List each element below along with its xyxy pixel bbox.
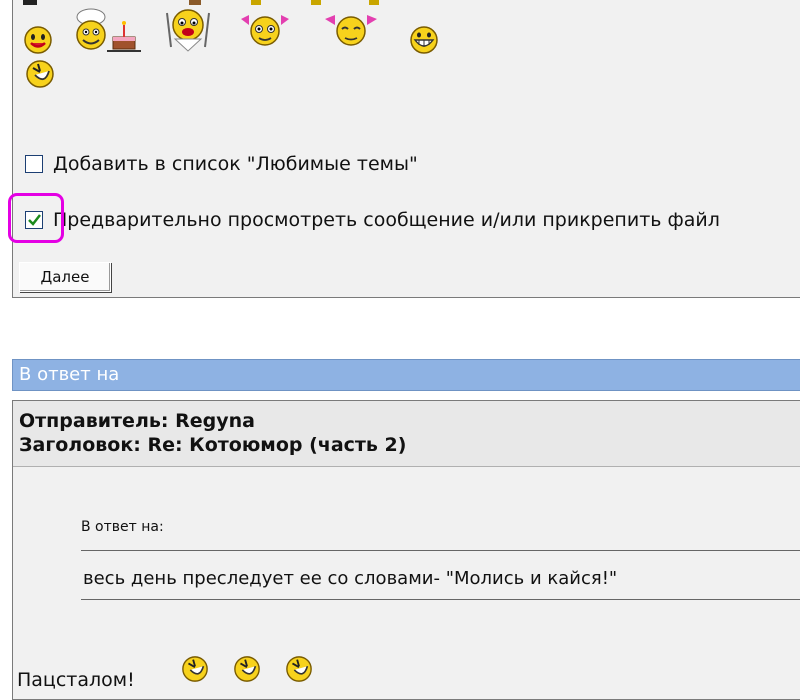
message-footer-text: Пацсталом! bbox=[17, 669, 135, 691]
message-meta: Отправитель: Regyna Заголовок: Re: Котою… bbox=[13, 401, 800, 467]
next-button[interactable]: Далее bbox=[19, 262, 111, 292]
favorite-topic-label: Добавить в список "Любимые темы" bbox=[53, 153, 418, 175]
quote-divider-bottom bbox=[81, 599, 800, 600]
smiley-happy-icon[interactable] bbox=[23, 25, 53, 55]
reply-form-panel: Добавить в список "Любимые темы" Предвар… bbox=[8, 0, 800, 298]
preview-message-label: Предварительно просмотреть сообщение и/и… bbox=[53, 209, 720, 231]
message-sender: Отправитель: Regyna bbox=[19, 410, 255, 432]
favorite-topic-checkbox[interactable] bbox=[25, 155, 43, 173]
smiley-rolling-laugh-icon bbox=[234, 656, 260, 682]
smiley-row-partial bbox=[369, 0, 379, 5]
smiley-row-partial bbox=[311, 0, 321, 5]
smiley-chef-cake-icon[interactable] bbox=[73, 7, 145, 55]
smiley-rolling-laugh-icon[interactable] bbox=[25, 59, 55, 89]
favorite-topic-option[interactable]: Добавить в список "Любимые темы" bbox=[25, 153, 418, 175]
smiley-row-partial bbox=[23, 0, 37, 5]
quote-label: В ответ на: bbox=[81, 519, 164, 535]
quote-text: весь день преследует ее со словами- "Мол… bbox=[83, 568, 618, 589]
smiley-shy-girl-icon[interactable] bbox=[323, 11, 379, 51]
smiley-rolling-laugh-icon bbox=[286, 656, 312, 682]
smiley-hungry-icon[interactable] bbox=[161, 5, 215, 53]
reply-message-panel: Отправитель: Regyna Заголовок: Re: Котою… bbox=[12, 400, 800, 700]
highlight-annotation-box bbox=[8, 193, 64, 243]
message-subject: Заголовок: Re: Котоюмор (часть 2) bbox=[19, 434, 407, 456]
preview-message-option[interactable]: Предварительно просмотреть сообщение и/и… bbox=[25, 209, 720, 231]
smiley-girl-icon[interactable] bbox=[239, 11, 291, 51]
smiley-rolling-laugh-icon bbox=[182, 656, 208, 682]
smiley-grin-icon[interactable] bbox=[409, 25, 439, 55]
smiley-row-partial bbox=[251, 0, 261, 5]
quote-divider-top bbox=[81, 550, 800, 551]
reply-section-header: В ответ на bbox=[12, 359, 800, 391]
